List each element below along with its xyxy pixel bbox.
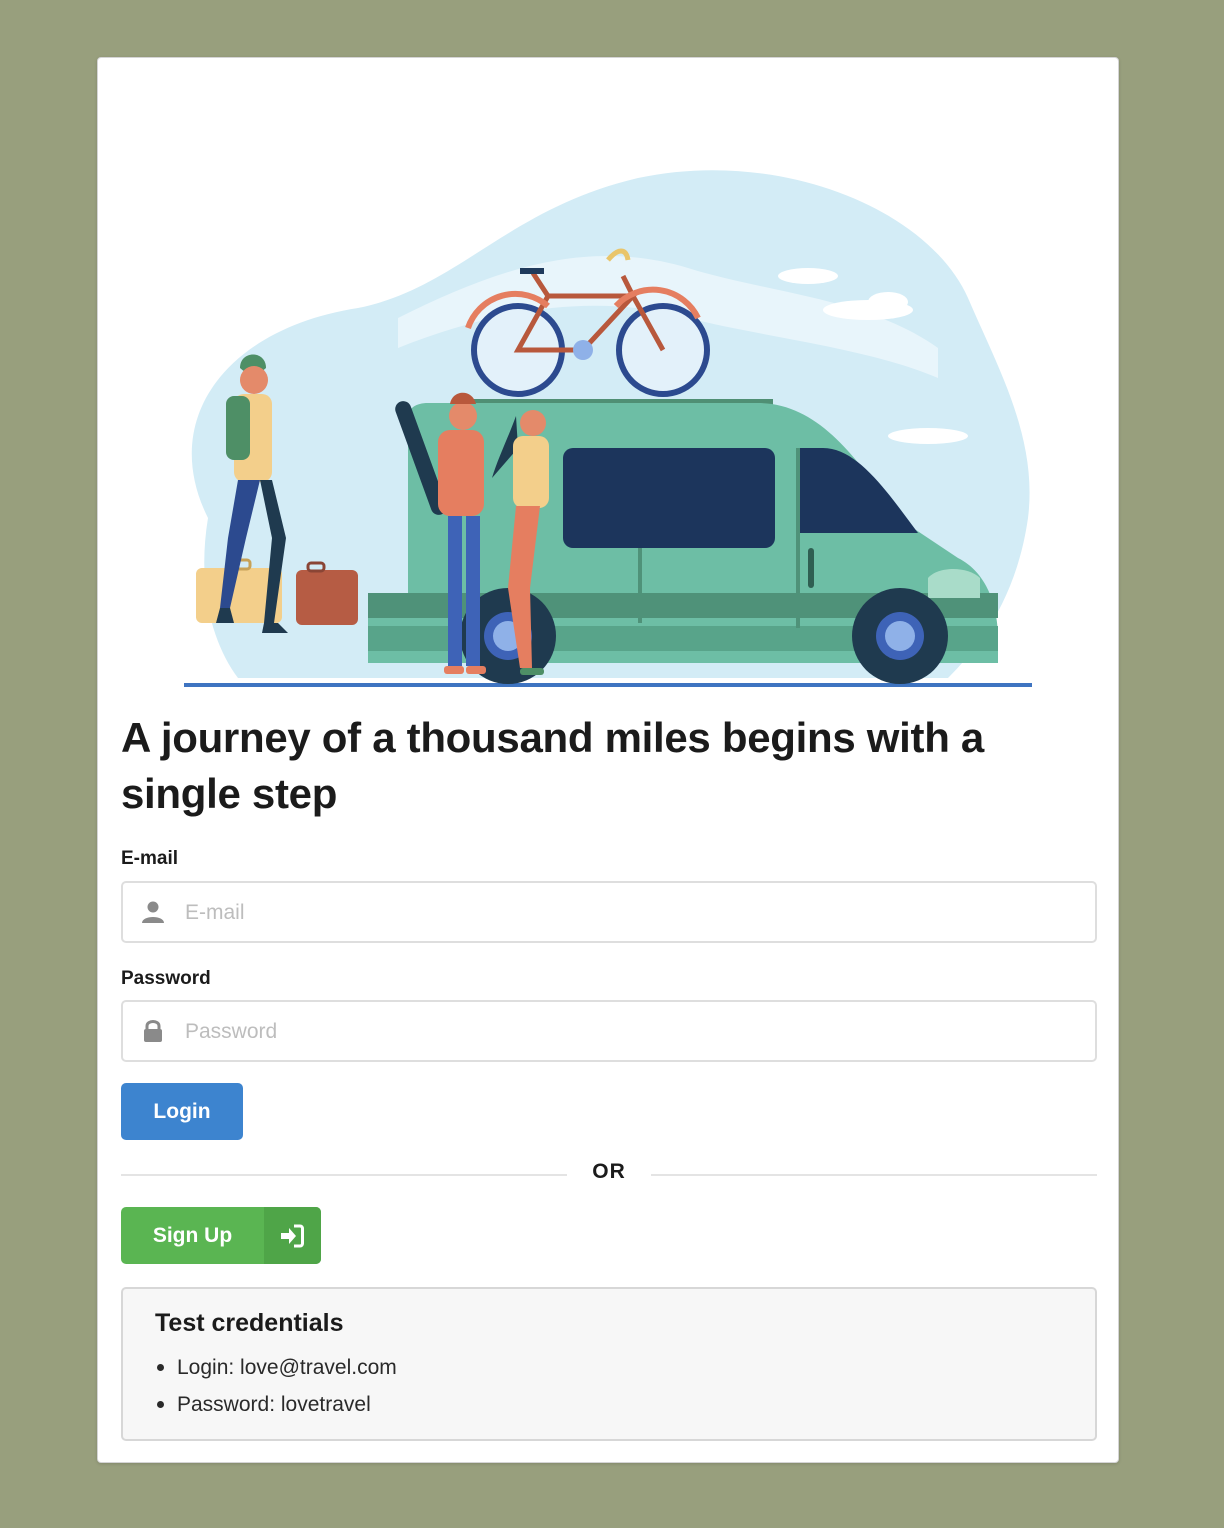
login-button[interactable]: Login: [121, 1083, 243, 1140]
user-icon: [142, 901, 164, 923]
travel-illustration: [184, 170, 1032, 687]
credential-login: Login: love@travel.com: [155, 1349, 397, 1386]
login-card: A journey of a thousand miles begins wit…: [97, 57, 1119, 1463]
signup-button[interactable]: Sign Up: [121, 1207, 321, 1264]
email-input[interactable]: [183, 883, 1077, 943]
email-field[interactable]: [121, 881, 1097, 943]
sign-in-icon: [281, 1224, 304, 1248]
password-label: Password: [121, 968, 211, 989]
password-input[interactable]: [183, 1002, 1077, 1062]
divider-line-right: [651, 1174, 1097, 1176]
signup-icon-box: [264, 1207, 321, 1264]
test-credentials-list: Login: love@travel.com Password: lovetra…: [155, 1349, 397, 1423]
lock-icon: [144, 1020, 162, 1042]
page-title: A journey of a thousand miles begins wit…: [121, 714, 984, 817]
credential-password: Password: lovetravel: [155, 1386, 397, 1423]
test-credentials-box: Test credentials Login: love@travel.com …: [121, 1287, 1097, 1441]
password-field[interactable]: [121, 1000, 1097, 1062]
signup-button-label: Sign Up: [152, 1224, 233, 1247]
email-label: E-mail: [121, 848, 179, 869]
test-credentials-title: Test credentials: [155, 1309, 344, 1337]
divider-text: OR: [592, 1160, 626, 1183]
or-divider: OR: [121, 1156, 1097, 1192]
